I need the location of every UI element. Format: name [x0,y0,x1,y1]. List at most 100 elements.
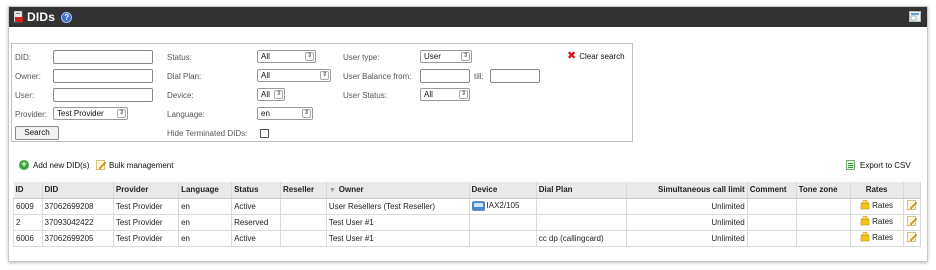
cell-did: 37062699205 [41,229,114,247]
edit-icon[interactable] [906,200,917,210]
hide-terminated-label: Hide Terminated DIDs: [167,129,248,138]
cell-edit[interactable] [902,213,922,231]
status-label: Status: [167,53,192,62]
device-select[interactable]: All ⇕ [257,88,285,101]
col-rates: Rates [850,182,904,199]
status-select-value: All [261,52,270,61]
select-arrows-icon: ⇕ [459,90,468,99]
dial-plan-select[interactable]: All ⇕ [257,69,331,82]
add-icon: + [19,160,29,170]
cell-tone-zone [795,197,851,215]
select-arrows-icon: ⇕ [117,109,126,118]
status-select[interactable]: All ⇕ [257,50,316,63]
cell-owner: Test User #1 [325,229,470,247]
cell-sim-limit: Unlimited [626,197,748,215]
cell-comment [746,229,797,247]
col-comment[interactable]: Comment [747,182,797,199]
device-link[interactable]: IAX2/105 [487,201,520,210]
col-language[interactable]: Language [178,182,233,199]
provider-label: Provider: [15,110,48,119]
table-row[interactable]: 2 37093042422 Test Provider en Reserved … [13,213,922,231]
balance-from-input[interactable] [420,69,470,83]
cell-rates[interactable]: Rates [849,213,904,231]
edit-icon[interactable] [906,216,917,226]
table-row[interactable]: 6006 37062699205 Test Provider en Active… [13,229,922,247]
did-input[interactable] [53,50,153,64]
col-status[interactable]: Status [231,182,281,199]
page-title: DIDs [27,10,56,24]
cell-edit[interactable] [902,229,922,247]
add-new-dids-link[interactable]: + Add new DID(s) [19,160,89,170]
language-label: Language: [167,110,205,119]
col-reseller[interactable]: Reseller [280,182,327,199]
cell-did: 37093042422 [41,213,114,231]
cell-reseller [279,229,327,247]
cell-provider: Test Provider [112,229,180,247]
rates-coins-icon [860,216,870,226]
col-tone-zone[interactable]: Tone zone [796,182,851,199]
cell-device [468,213,537,231]
user-type-select-value: User [424,52,441,61]
language-select[interactable]: en ⇕ [257,107,313,120]
cell-owner: User Resellers (Test Reseller) [325,197,470,215]
cell-edit[interactable] [902,197,922,215]
user-status-select[interactable]: All ⇕ [420,88,470,101]
dids-window: DIDs ? DID: Owner: User: Provider: Test … [8,6,928,262]
clear-search-label: Clear search [579,51,625,61]
cell-rates[interactable]: Rates [849,197,904,215]
cell-provider: Test Provider [112,213,180,231]
col-edit [903,182,922,199]
table-row[interactable]: 6009 37062699208 Test Provider en Active… [13,197,922,215]
bulk-edit-icon [96,160,106,170]
col-owner[interactable]: ▼ Owner [326,182,470,199]
cell-sim-limit: Unlimited [626,229,748,247]
provider-select[interactable]: Test Provider ⇕ [53,107,128,120]
bulk-management-label: Bulk management [109,160,174,170]
cell-id: 2 [13,213,43,231]
user-type-select[interactable]: User ⇕ [420,50,472,63]
user-status-label: User Status: [343,91,388,100]
window-restore-icon[interactable] [909,11,921,22]
cell-tone-zone [795,213,851,231]
user-balance-from-label: User Balance from: [343,72,412,81]
col-sim-limit[interactable]: Simultaneous call limit [626,182,748,199]
rates-link[interactable]: Rates [860,216,893,226]
cell-device[interactable]: IAX2/105 [468,197,537,215]
balance-till-input[interactable] [490,69,540,83]
cell-owner: Test User #1 [325,213,470,231]
cell-comment [746,197,797,215]
owner-input[interactable] [53,69,153,83]
search-panel: DID: Owner: User: Provider: Test Provide… [11,43,633,142]
export-csv-link[interactable]: Export to CSV [846,160,911,170]
select-arrows-icon: ⇕ [320,71,329,80]
cell-provider: Test Provider [112,197,180,215]
rates-label: Rates [872,232,894,242]
user-label: User: [15,91,35,100]
rates-link[interactable]: Rates [860,200,893,210]
rates-link[interactable]: Rates [860,232,893,242]
edit-icon[interactable] [906,232,917,242]
col-did[interactable]: DID [42,182,114,199]
col-provider[interactable]: Provider [113,182,180,199]
user-status-select-value: All [424,90,433,99]
col-dial-plan[interactable]: Dial Plan [536,182,628,199]
select-arrows-icon: ⇕ [274,90,283,99]
bulk-management-link[interactable]: Bulk management [96,160,173,170]
hide-terminated-checkbox[interactable] [260,129,269,138]
search-button[interactable]: Search [15,126,59,140]
cell-dial-plan [535,197,628,215]
clear-search-link[interactable]: ✖ Clear search [567,51,625,62]
provider-select-value: Test Provider [57,109,104,118]
till-label: till: [474,72,484,81]
col-id[interactable]: ID [13,182,43,199]
cell-rates[interactable]: Rates [849,229,904,247]
device-icon [471,201,485,211]
select-arrows-icon: ⇕ [302,109,311,118]
col-device[interactable]: Device [469,182,537,199]
cell-id: 6009 [13,197,43,215]
title-bar: DIDs ? [9,7,927,27]
user-input[interactable] [53,88,153,102]
help-icon[interactable]: ? [61,11,73,23]
dial-plan-select-value: All [261,71,270,80]
user-type-label: User type: [343,53,380,62]
